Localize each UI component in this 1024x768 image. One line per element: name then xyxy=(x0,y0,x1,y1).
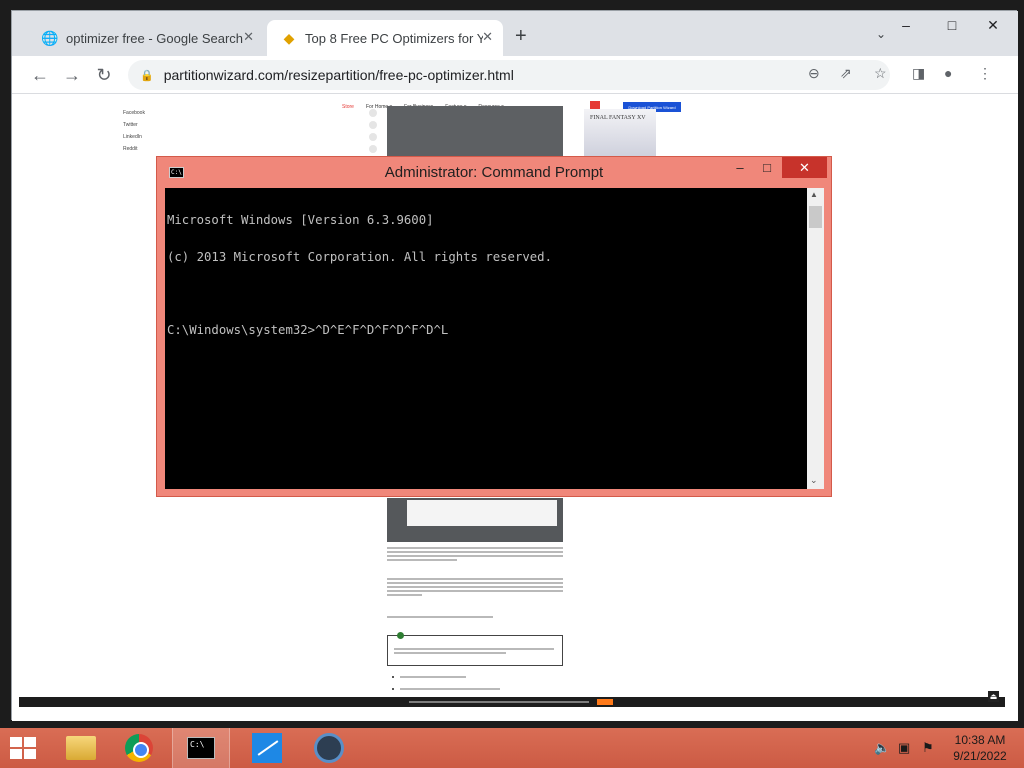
volume-muted-icon[interactable]: 🔈 xyxy=(874,740,890,756)
tab-label: Top 8 Free PC Optimizers for You xyxy=(305,30,483,46)
social-twitter[interactable]: Twitter xyxy=(123,122,138,128)
file-explorer-icon[interactable] xyxy=(52,728,110,768)
network-icon[interactable]: ▣ xyxy=(898,740,910,756)
browser-menu-icon[interactable]: ⋮ xyxy=(978,65,992,82)
share-icon[interactable]: ⇗ xyxy=(840,65,852,82)
note-box xyxy=(387,632,563,666)
new-tab-button[interactable]: + xyxy=(515,25,527,48)
reddit-icon[interactable] xyxy=(369,145,377,153)
maximize-window-button[interactable]: □ xyxy=(929,11,975,39)
close-window-button[interactable]: ✕ xyxy=(970,11,1016,39)
command-prompt-window[interactable]: Administrator: Command Prompt C:\ – □ ✕ … xyxy=(156,156,832,497)
article-screenshot xyxy=(387,498,563,542)
cookie-banner xyxy=(19,697,1005,707)
scroll-to-top-icon[interactable]: ⏏ xyxy=(988,691,999,702)
game-ad-title: FINAL FANTASY XV xyxy=(590,115,646,121)
cmd-line: (c) 2013 Microsoft Corporation. All righ… xyxy=(167,250,552,264)
zoom-icon[interactable]: ⊖ xyxy=(808,65,820,82)
tab-pc-optimizers[interactable]: ◆ Top 8 Free PC Optimizers for You ✕ xyxy=(267,20,503,56)
chrome-icon[interactable] xyxy=(110,728,168,768)
close-tab-icon[interactable]: ✕ xyxy=(482,29,493,45)
cmd-line xyxy=(167,288,807,300)
cookie-accept-button[interactable] xyxy=(597,699,613,705)
action-center-flag-icon[interactable]: ⚑ xyxy=(922,740,934,756)
scroll-down-icon[interactable]: ⌄ xyxy=(810,475,818,486)
forward-arrow-icon[interactable]: → xyxy=(58,61,86,89)
side-panel-icon[interactable]: ◨ xyxy=(912,65,925,82)
cmd-close-button[interactable]: ✕ xyxy=(782,157,827,178)
address-text: partitionwizard.com/resizepartition/free… xyxy=(163,67,514,83)
social-linkedin[interactable]: LinkedIn xyxy=(123,134,142,140)
clock-date: 9/21/2022 xyxy=(953,749,1007,763)
scroll-thumb[interactable] xyxy=(809,206,822,228)
bookmark-star-icon[interactable]: ☆ xyxy=(874,65,887,82)
windows-start-icon[interactable] xyxy=(10,737,38,761)
tab-strip: 🌐 optimizer free - Google Search ✕ ◆ Top… xyxy=(12,11,1018,56)
tab-label: optimizer free - Google Search xyxy=(66,30,244,46)
globe-icon: 🌐 xyxy=(41,29,59,46)
minitool-icon: ◆ xyxy=(283,29,295,46)
close-tab-icon[interactable]: ✕ xyxy=(243,29,254,45)
cmd-app-icon[interactable]: C:\ xyxy=(169,167,184,178)
list-item xyxy=(392,676,466,678)
cmd-maximize-button[interactable]: □ xyxy=(754,157,780,178)
site-nav-store[interactable]: Store xyxy=(342,104,354,110)
tab-google-search[interactable]: 🌐 optimizer free - Google Search ✕ xyxy=(28,20,264,56)
system-clock[interactable]: 10:38 AM 9/21/2022 xyxy=(950,732,1010,764)
cmd-title-bar[interactable]: Administrator: Command Prompt C:\ – □ ✕ xyxy=(157,157,831,188)
back-arrow-icon[interactable]: ← xyxy=(26,61,54,89)
linkedin-icon[interactable] xyxy=(369,133,377,141)
cmd-prompt-line: C:\Windows\system32>^D^E^F^D^F^D^F^D^L xyxy=(167,323,449,338)
twitter-icon[interactable] xyxy=(369,121,377,129)
article-paragraph xyxy=(387,547,563,563)
list-item xyxy=(392,688,500,690)
address-bar[interactable]: 🔒 partitionwizard.com/resizepartition/fr… xyxy=(128,60,890,90)
settings-gear-icon[interactable] xyxy=(300,728,358,768)
cmd-line: Microsoft Windows [Version 6.3.9600] xyxy=(167,213,434,228)
info-icon xyxy=(397,632,404,639)
cmd-minimize-button[interactable]: – xyxy=(727,157,753,178)
minimize-window-button[interactable]: – xyxy=(883,11,929,39)
social-facebook[interactable]: Facebook xyxy=(123,110,145,116)
blue-app-icon[interactable] xyxy=(238,728,296,768)
article-paragraph xyxy=(387,616,563,620)
scroll-up-icon[interactable]: ▲ xyxy=(810,190,818,199)
profile-avatar-icon[interactable]: ● xyxy=(944,65,952,81)
lock-icon[interactable]: 🔒 xyxy=(140,69,154,82)
taskbar: C:\ 🔈 ▣ ⚑ 10:38 AM 9/21/2022 xyxy=(0,728,1024,768)
command-prompt-icon[interactable]: C:\ xyxy=(172,728,230,768)
browser-toolbar: ← → ↻ 🔒 partitionwizard.com/resizepartit… xyxy=(12,56,1018,94)
social-reddit[interactable]: Reddit xyxy=(123,146,137,152)
article-paragraph xyxy=(387,578,563,598)
cmd-scrollbar[interactable]: ▲ ⌄ xyxy=(807,188,824,489)
facebook-icon[interactable] xyxy=(369,109,377,117)
reload-icon[interactable]: ↻ xyxy=(90,61,118,89)
cmd-console-output[interactable]: Microsoft Windows [Version 6.3.9600] (c)… xyxy=(165,188,807,489)
clock-time: 10:38 AM xyxy=(954,733,1006,747)
